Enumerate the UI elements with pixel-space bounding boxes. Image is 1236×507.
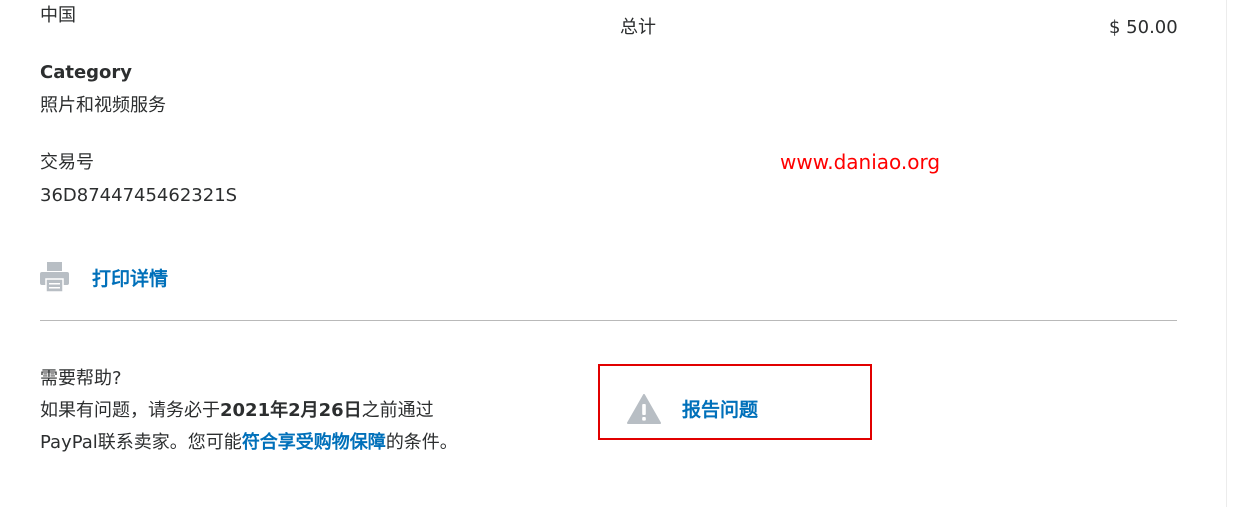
- help-line-2-prefix: PayPal联系卖家。您可能: [40, 432, 242, 453]
- help-line-1: 如果有问题，请务必于2021年2月26日之前通过: [40, 395, 458, 427]
- print-details-link[interactable]: 打印详情: [92, 267, 168, 291]
- help-section: 需要帮助? 如果有问题，请务必于2021年2月26日之前通过 PayPal联系卖…: [40, 363, 458, 459]
- help-title: 需要帮助?: [40, 368, 122, 389]
- watermark-text: www.daniao.org: [780, 150, 941, 174]
- help-line-2-suffix: 的条件。: [385, 432, 458, 453]
- help-line-1-prefix: 如果有问题，请务必于: [40, 400, 220, 421]
- report-problem-link[interactable]: 报告问题: [682, 398, 758, 422]
- transaction-id-value: 36D8744745462321S: [40, 185, 238, 206]
- warning-icon[interactable]: [627, 394, 661, 424]
- category-label: Category: [40, 62, 133, 83]
- help-deadline-date: 2021年2月26日: [220, 400, 362, 421]
- total-label: 总计: [620, 17, 656, 38]
- help-line-2: PayPal联系卖家。您可能符合享受购物保障的条件。: [40, 427, 458, 459]
- country-value: 中国: [40, 5, 76, 26]
- help-line-1-suffix: 之前通过: [361, 400, 434, 421]
- page-edge-line: [1226, 0, 1227, 507]
- section-divider: [40, 320, 1177, 321]
- transaction-id-label: 交易号: [40, 152, 94, 173]
- printer-icon[interactable]: [40, 262, 69, 293]
- total-value: $ 50.00: [1109, 17, 1178, 38]
- category-value: 照片和视频服务: [40, 95, 166, 116]
- purchase-protection-link[interactable]: 符合享受购物保障: [242, 432, 386, 453]
